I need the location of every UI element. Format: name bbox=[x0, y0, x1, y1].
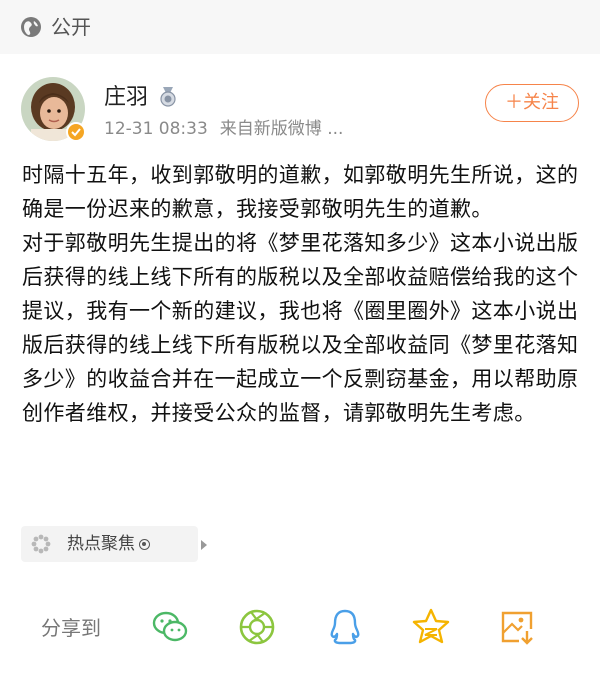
topic-tag[interactable]: 热点聚焦 bbox=[21, 526, 207, 562]
follow-button[interactable]: ＋关注 bbox=[485, 84, 579, 122]
post-paragraph: 时隔十五年，收到郭敬明的道歉，如郭敬明先生所说，这的确是一份迟来的歉意，我接受郭… bbox=[22, 163, 579, 221]
visibility-bar: 公开 bbox=[0, 0, 600, 54]
visibility-label: 公开 bbox=[51, 15, 91, 39]
topic-tag-label: 热点聚焦 bbox=[67, 532, 150, 556]
qq-icon[interactable] bbox=[325, 607, 365, 647]
flower-icon bbox=[31, 534, 51, 554]
medal-icon bbox=[160, 87, 176, 107]
post-source[interactable]: 来自新版微博 ... bbox=[220, 119, 344, 139]
hotspot-icon bbox=[139, 538, 150, 550]
post-meta: 12-31 08:33 来自新版微博 ... bbox=[104, 118, 343, 140]
qzone-star-icon[interactable] bbox=[411, 607, 451, 647]
post-paragraph: 对于郭敬明先生提出的将《梦里花落知多少》这本小说出版后获得的线上线下所有的版税以… bbox=[22, 231, 579, 425]
save-image-icon[interactable] bbox=[497, 607, 537, 647]
globe-icon bbox=[21, 17, 41, 37]
post-time: 12-31 08:33 bbox=[104, 119, 208, 139]
post-content: 时隔十五年，收到郭敬明的道歉，如郭敬明先生所说，这的确是一份迟来的歉意，我接受郭… bbox=[22, 158, 588, 430]
wechat-icon[interactable] bbox=[150, 607, 190, 647]
chevron-right-icon bbox=[201, 540, 207, 550]
moments-icon[interactable] bbox=[237, 607, 277, 647]
author-name[interactable]: 庄羽 bbox=[104, 84, 148, 112]
share-label: 分享到 bbox=[41, 616, 101, 640]
verified-badge-icon bbox=[66, 122, 86, 142]
